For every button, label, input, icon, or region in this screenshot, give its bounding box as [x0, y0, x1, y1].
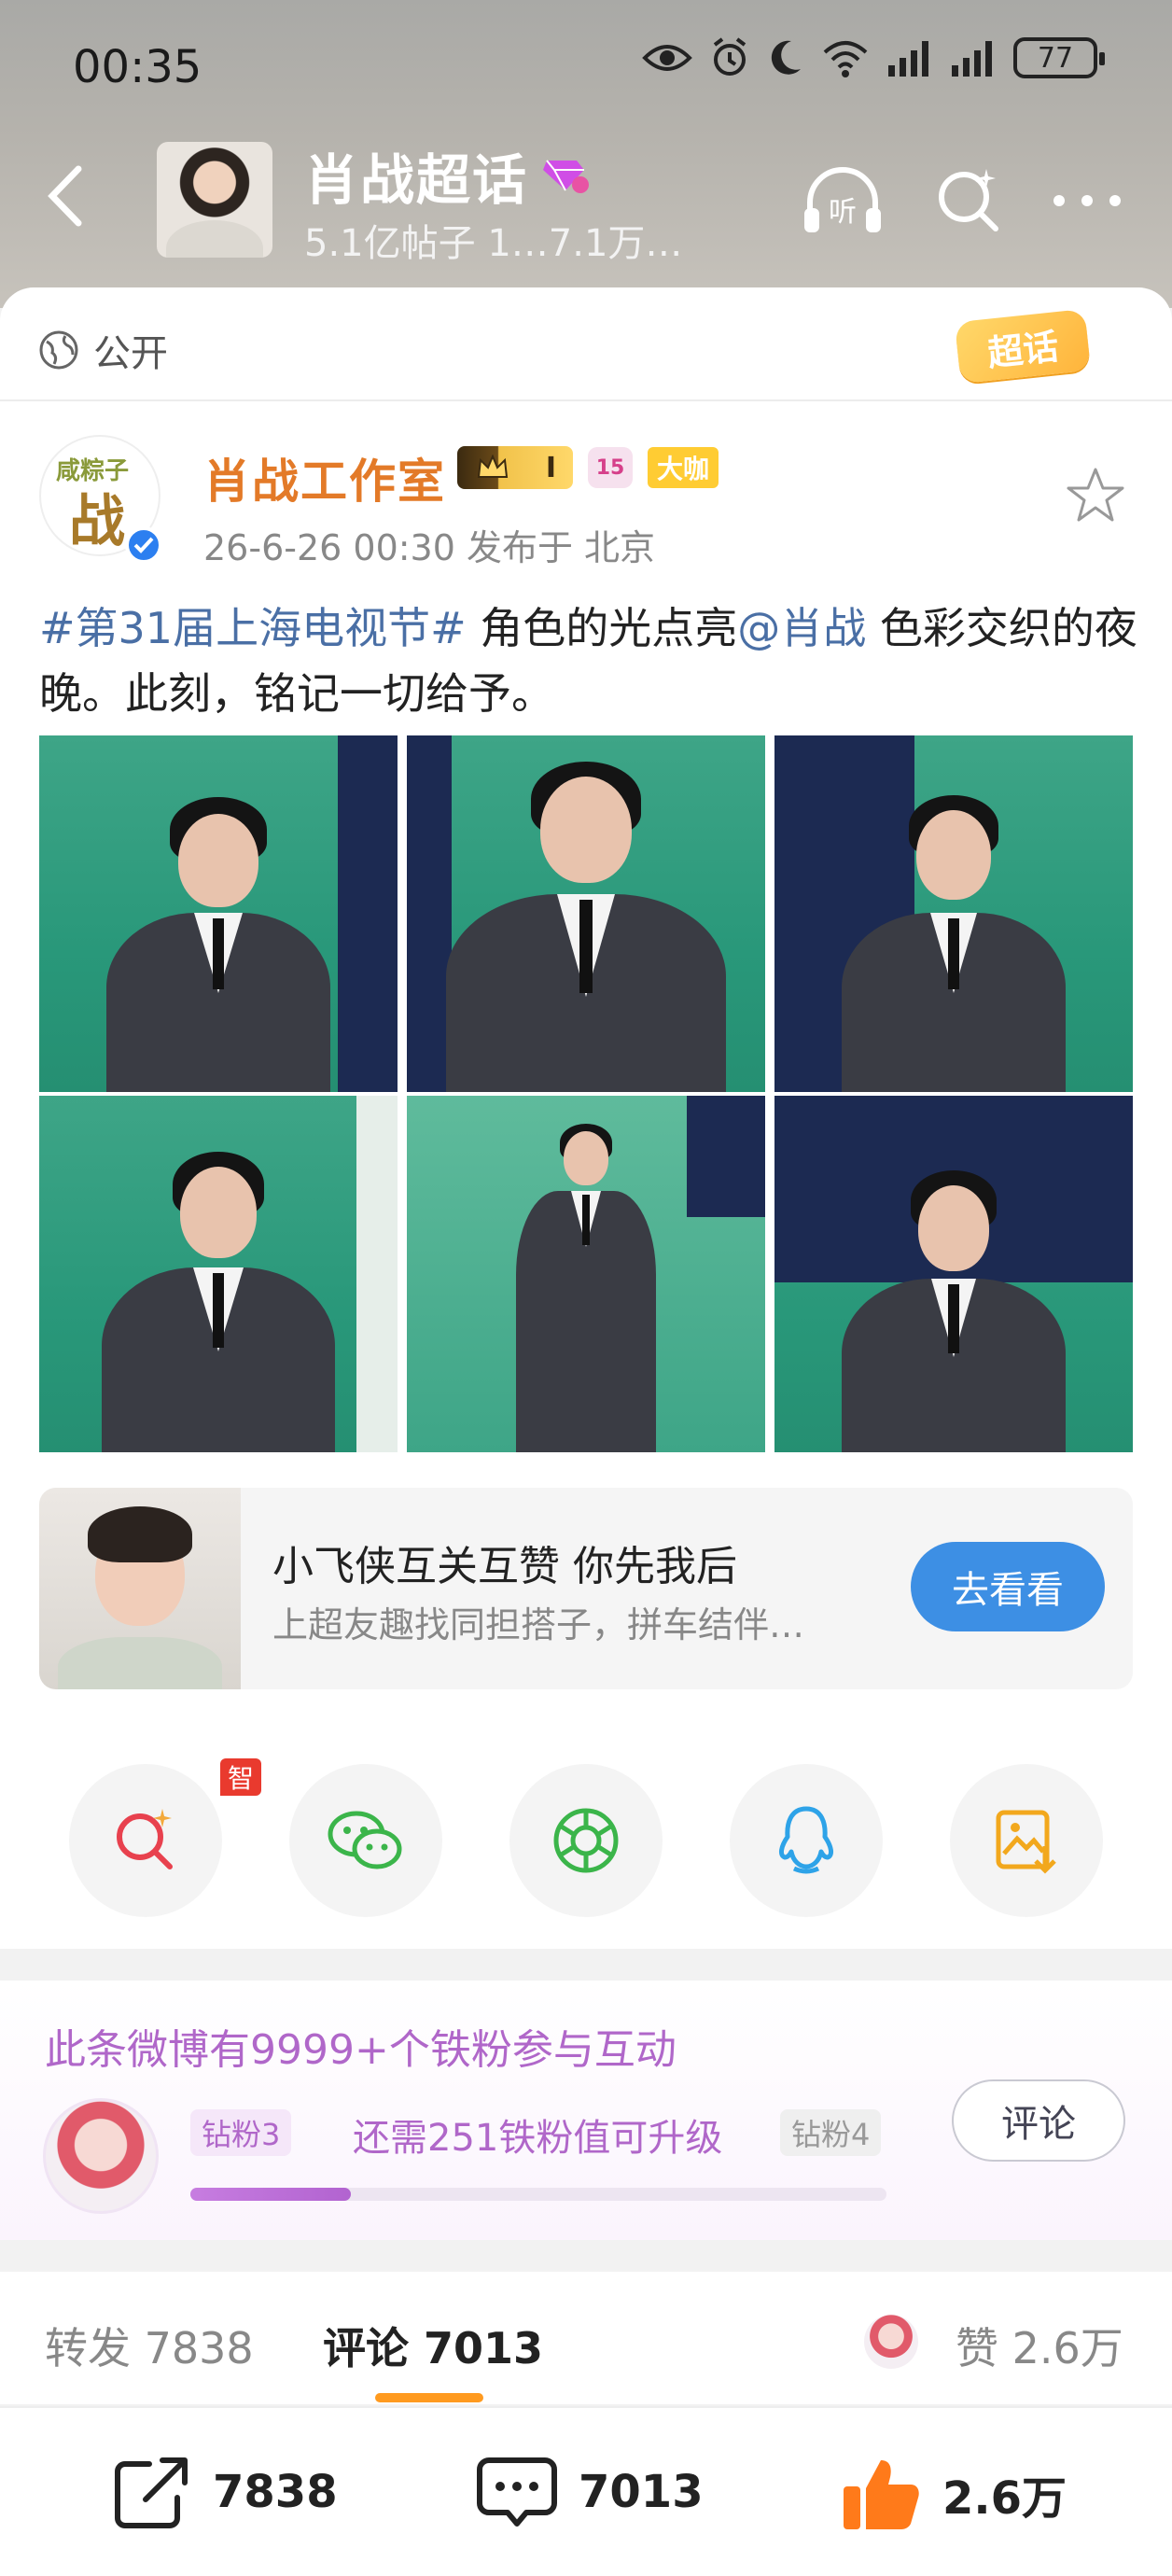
fans-progress-bar [190, 2188, 886, 2201]
bottom-action-bar: 7838 7013 2.6万 [0, 2406, 1172, 2576]
verified-icon [125, 526, 162, 564]
promo-subtitle: 上超友趣找同担搭子，拼车结伴… [272, 1604, 805, 1645]
promo-image [39, 1488, 241, 1689]
tab-like[interactable]: 赞 2.6万 [956, 2315, 1123, 2376]
topic-avatar[interactable] [157, 142, 272, 258]
status-time: 00:35 [73, 41, 202, 93]
post-text: #第31届上海电视节# 角色的光点亮@肖战 色彩交织的夜晚。此刻，铭记一切给予。 [39, 595, 1140, 726]
favorite-button[interactable] [1060, 459, 1131, 530]
crown-badge-label: I [545, 451, 556, 484]
post-meta: 26-6-26 00:30 发布于 北京 [203, 527, 656, 568]
fans-section: 此条微博有9999+个铁粉参与互动 钻粉3 还需251铁粉值可升级 钻粉4 评论 [0, 1981, 1172, 2240]
wechat-icon [328, 1811, 402, 1869]
tab-comment[interactable]: 评论 7013 [323, 2315, 543, 2376]
visibility-row: 公开 [37, 323, 168, 377]
promo-title: 小飞侠互关互赞 你先我后 [272, 1543, 737, 1590]
crown-icon [477, 455, 508, 478]
more-icon [1053, 195, 1121, 206]
topic-header: 00:35 77 肖战超话 5.1亿帖子 1…7.1万… 听 [0, 0, 1172, 308]
level-badge[interactable]: 15 [588, 447, 633, 488]
share-qq[interactable] [730, 1764, 883, 1917]
wenzhisou-search-icon [117, 1809, 173, 1869]
divider [0, 399, 1172, 401]
repost-count: 7838 [213, 2466, 338, 2518]
current-tier-badge: 钻粉3 [190, 2109, 292, 2156]
post-photo-3[interactable] [774, 735, 1133, 1092]
tab-active-underline [375, 2393, 483, 2402]
wenzhisou-badge: 问智搜 [220, 1726, 262, 1831]
comment-count: 7013 [579, 2466, 704, 2518]
like-button[interactable]: 2.6万 [840, 2455, 1067, 2533]
post-photo-2[interactable] [407, 735, 765, 1092]
share-wenzhisou[interactable]: 问智搜 [69, 1726, 262, 1917]
share-moments[interactable] [509, 1764, 663, 1917]
post-photo-6[interactable] [774, 1096, 1133, 1452]
signal-icon-1 [888, 41, 928, 77]
moon-icon [771, 40, 801, 75]
fans-progress-fill [190, 2188, 351, 2201]
avatar-logo-main: 战 [69, 489, 125, 554]
share-row: 问智搜 [0, 1726, 1172, 1917]
fans-upgrade-text: 还需251铁粉值可升级 [353, 2117, 723, 2160]
visibility-label: 公开 [93, 332, 168, 375]
fans-title: 此条微博有9999+个铁粉参与互动 [45, 2026, 677, 2074]
post-hashtag[interactable]: #第31届上海电视节# [39, 603, 467, 653]
search-icon [939, 169, 998, 231]
next-tier-badge: 钻粉4 [780, 2109, 882, 2156]
qq-icon [778, 1806, 834, 1874]
moments-icon [553, 1808, 619, 1873]
more-button[interactable] [1045, 159, 1129, 243]
topic-bar: 肖战超话 5.1亿帖子 1…7.1万… 听 [0, 131, 1172, 271]
status-icons: 77 [642, 37, 1105, 78]
fans-comment-button[interactable]: 评论 [952, 2079, 1125, 2162]
back-button[interactable] [28, 159, 103, 233]
topic-stats: 5.1亿帖子 1…7.1万… [304, 222, 683, 265]
wifi-icon [823, 41, 868, 77]
author-badges: I 15 大咖 [457, 446, 719, 489]
promo-card[interactable]: 小飞侠互关互赞 你先我后 上超友趣找同担搭子，拼车结伴… 去看看 [39, 1488, 1133, 1689]
comment-icon [477, 2457, 557, 2527]
author-name[interactable]: 肖战工作室 [203, 444, 446, 511]
crown-badge[interactable]: I [457, 446, 573, 489]
photo-grid [39, 735, 1133, 1452]
like-count: 2.6万 [942, 2472, 1067, 2525]
fans-avatar[interactable] [43, 2098, 159, 2214]
share-wechat[interactable] [289, 1764, 442, 1917]
tab-repost[interactable]: 转发 7838 [45, 2315, 254, 2376]
alarm-icon [713, 37, 746, 76]
topic-title-text: 肖战超话 [304, 148, 529, 212]
share-save-image[interactable] [950, 1764, 1103, 1917]
signal-icon-2 [952, 41, 992, 77]
topic-title[interactable]: 肖战超话 [304, 136, 590, 215]
page: 00:35 77 肖战超话 5.1亿帖子 1…7.1万… 听 公开 超话 咸粽子… [0, 0, 1172, 2576]
svg-text:听: 听 [829, 196, 857, 229]
save-image-icon [996, 1810, 1056, 1874]
post-photo-5[interactable] [407, 1096, 765, 1452]
eye-icon [642, 45, 692, 71]
listen-button[interactable]: 听 [801, 159, 885, 243]
battery-indicator: 77 [1013, 37, 1105, 78]
like-avatar [864, 2315, 918, 2369]
search-button[interactable] [928, 159, 1012, 243]
post-photo-1[interactable] [39, 735, 398, 1092]
promo-go-button[interactable]: 去看看 [911, 1542, 1105, 1631]
headphones-icon: 听 [804, 167, 881, 232]
share-icon [115, 2457, 188, 2528]
post-text-part1: 角色的光点亮 [466, 603, 738, 653]
status-bar: 00:35 77 [0, 0, 1172, 131]
thumbs-up-icon [844, 2460, 919, 2529]
comment-button[interactable]: 7013 [476, 2455, 704, 2529]
chevron-left-icon [48, 165, 82, 227]
diamond-icon [543, 160, 590, 193]
post-mention[interactable]: @肖战 [737, 603, 866, 653]
globe-icon [39, 330, 78, 370]
repost-button[interactable]: 7838 [112, 2455, 338, 2529]
chaohua-badge[interactable]: 超话 [954, 308, 1092, 385]
interaction-tabs: 转发 7838 评论 7013 赞 2.6万 [0, 2272, 1172, 2404]
post-card: 公开 超话 咸粽子 战 肖战工作室 I 15 大咖 26-6-26 00:30 … [0, 287, 1172, 1949]
post-photo-4[interactable] [39, 1096, 398, 1452]
star-icon [1067, 468, 1124, 522]
daka-badge[interactable]: 大咖 [648, 447, 719, 488]
